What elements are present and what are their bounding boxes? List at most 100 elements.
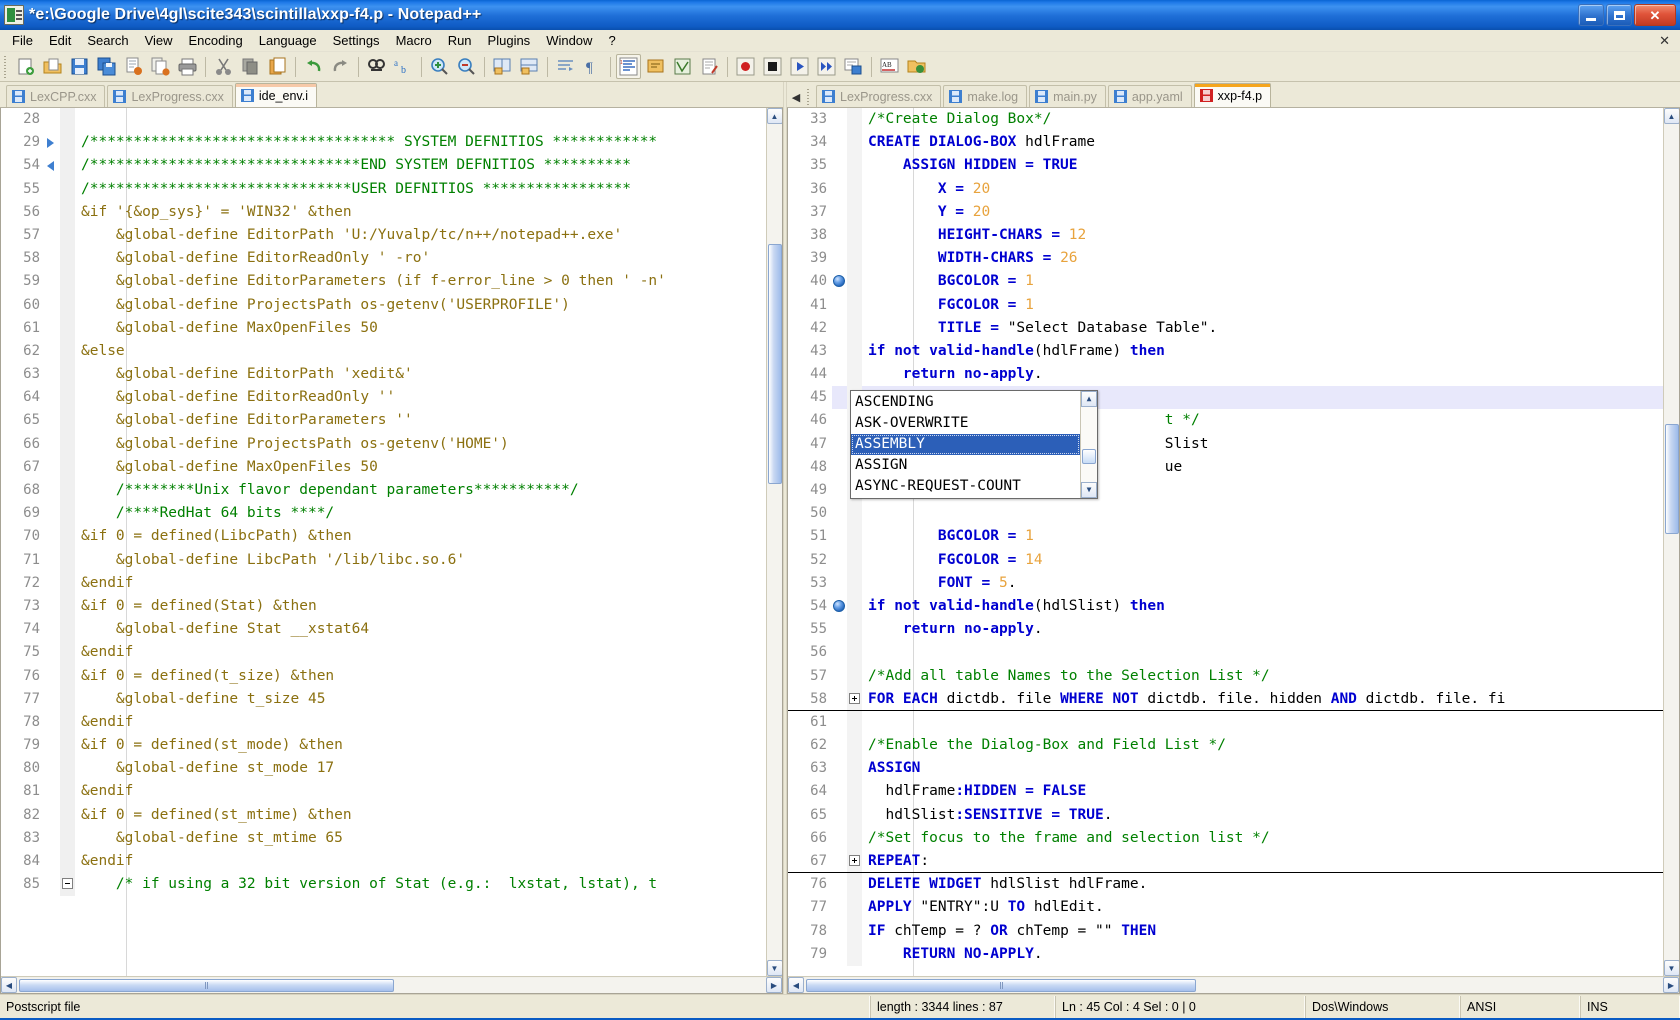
paste-button[interactable] <box>265 54 290 79</box>
code-line[interactable]: 61 <box>788 710 1663 735</box>
line-marker-column[interactable] <box>45 247 60 270</box>
line-marker-column[interactable] <box>832 757 847 780</box>
line-marker-column[interactable] <box>45 108 60 131</box>
fold-margin[interactable] <box>60 455 75 479</box>
user-language-button[interactable] <box>643 54 668 79</box>
code-line[interactable]: 74 &global-define Stat __xstat64 <box>1 618 766 642</box>
code-line[interactable]: 78 IF chTemp = ? OR chTemp = "" THEN <box>788 919 1663 943</box>
fold-margin[interactable] <box>60 409 75 433</box>
fold-margin[interactable] <box>847 131 862 155</box>
code-line[interactable]: 34 CREATE DIALOG-BOX hdlFrame <box>788 131 1663 155</box>
code-line[interactable]: 79 RETURN NO-APPLY. <box>788 942 1663 966</box>
code-line[interactable]: 63 ASSIGN <box>788 757 1663 781</box>
scroll-left-icon[interactable]: ◀ <box>788 977 804 993</box>
word-wrap-button[interactable] <box>553 54 578 79</box>
fold-margin[interactable] <box>60 432 75 456</box>
fold-margin[interactable] <box>847 223 862 248</box>
autocomplete-item[interactable]: ASK-OVERWRITE <box>851 413 1080 434</box>
fold-margin[interactable] <box>60 386 75 410</box>
code-line[interactable]: 84 &endif <box>1 850 766 874</box>
sync-horizontal-button[interactable] <box>517 54 542 79</box>
line-marker-column[interactable] <box>832 409 847 432</box>
line-marker-column[interactable] <box>832 711 847 734</box>
fold-margin[interactable] <box>60 247 75 271</box>
copy-button[interactable] <box>238 54 263 79</box>
fold-margin[interactable] <box>847 525 862 549</box>
code-line[interactable]: 64 &global-define EditorReadOnly '' <box>1 386 766 410</box>
fold-expand-icon[interactable] <box>849 692 860 704</box>
replace-button[interactable]: ab <box>391 54 416 79</box>
line-marker-column[interactable] <box>45 270 60 293</box>
line-marker-column[interactable] <box>45 757 60 780</box>
code-line[interactable]: 68 /********Unix flavor dependant parame… <box>1 479 766 503</box>
code-line[interactable]: 38 HEIGHT-CHARS = 12 <box>788 223 1663 248</box>
fold-margin[interactable] <box>847 154 862 178</box>
line-marker-column[interactable] <box>45 688 60 711</box>
autocomplete-list[interactable]: ASCENDING ASK-OVERWRITE ASSEMBLY ASSIGN ASYN… <box>851 391 1080 498</box>
code-line[interactable]: 75 &endif <box>1 641 766 665</box>
code-line[interactable]: 61 &global-define MaxOpenFiles 50 <box>1 316 766 340</box>
line-marker-column[interactable] <box>45 502 60 525</box>
close-file-button[interactable] <box>121 54 146 79</box>
line-marker-column[interactable] <box>45 734 60 757</box>
zoom-in-button[interactable] <box>427 54 452 79</box>
autocomplete-item[interactable]: ASYNC-REQUEST-COUNT <box>851 476 1080 497</box>
fold-arrow-left-icon[interactable] <box>47 161 54 172</box>
line-marker-column[interactable] <box>832 131 847 154</box>
autocomplete-scroll-track[interactable] <box>1081 407 1097 482</box>
tab-ide-env-i[interactable]: ide_env.i <box>234 83 317 107</box>
tab-lexprogress-cxx[interactable]: LexProgress.cxx <box>107 85 233 107</box>
code-line[interactable]: 69 /****RedHat 64 bits ****/ <box>1 502 766 526</box>
code-line[interactable]: 60 &global-define ProjectsPath os-getenv… <box>1 293 766 317</box>
line-marker-column[interactable] <box>45 641 60 664</box>
fold-margin[interactable] <box>847 502 862 526</box>
play-macro-multiple-button[interactable] <box>814 54 839 79</box>
find-button[interactable] <box>364 54 389 79</box>
line-marker-column[interactable] <box>45 131 60 154</box>
folder-as-workspace-button[interactable] <box>904 54 929 79</box>
sync-vertical-button[interactable] <box>490 54 515 79</box>
play-macro-button[interactable] <box>787 54 812 79</box>
code-line[interactable]: 77 APPLY "ENTRY":U TO hdlEdit. <box>788 896 1663 920</box>
fold-margin[interactable] <box>60 502 75 526</box>
line-marker-column[interactable] <box>832 549 847 572</box>
menu-item-plugins[interactable]: Plugins <box>480 31 539 50</box>
fold-margin[interactable] <box>60 873 75 897</box>
autocomplete-scroll-thumb[interactable] <box>1082 449 1096 464</box>
fold-margin[interactable] <box>60 734 75 758</box>
scroll-left-icon[interactable]: ◀ <box>1 977 17 993</box>
code-line[interactable]: 36 X = 20 <box>788 177 1663 201</box>
fold-margin[interactable] <box>60 108 75 132</box>
line-marker-column[interactable] <box>45 433 60 456</box>
fold-margin[interactable] <box>847 293 862 317</box>
line-marker-column[interactable] <box>45 827 60 850</box>
line-marker-column[interactable] <box>45 618 60 641</box>
record-macro-button[interactable] <box>733 54 758 79</box>
fold-expand-icon[interactable] <box>849 855 860 866</box>
scroll-up-icon[interactable]: ▲ <box>766 108 782 124</box>
right-scroll-track[interactable] <box>1663 124 1679 960</box>
line-marker-column[interactable] <box>45 549 60 572</box>
fold-margin[interactable] <box>847 316 862 340</box>
line-marker-column[interactable] <box>832 502 847 525</box>
line-marker-column[interactable] <box>45 665 60 688</box>
fold-margin[interactable] <box>60 571 75 595</box>
fold-margin[interactable] <box>60 339 75 364</box>
tab-scroll-left-icon[interactable]: ◀ <box>789 87 803 107</box>
fold-margin[interactable] <box>60 757 75 781</box>
fold-margin[interactable] <box>60 479 75 503</box>
left-code-area[interactable]: 28 29 /***********************************… <box>1 108 766 976</box>
code-line[interactable]: 62 &else <box>1 339 766 364</box>
menu-item-window[interactable]: Window <box>538 31 600 50</box>
line-marker-column[interactable] <box>45 850 60 873</box>
redo-button[interactable] <box>328 54 353 79</box>
left-hscroll-thumb[interactable] <box>19 978 394 992</box>
autocomplete-popup[interactable]: ASCENDING ASK-OVERWRITE ASSEMBLY ASSIGN ASYN… <box>850 390 1098 499</box>
line-marker-column[interactable] <box>832 641 847 664</box>
menu-item-search[interactable]: Search <box>79 31 136 50</box>
code-line[interactable]: 58 FOR EACH dictdb. file WHERE NOT dictdb… <box>788 687 1663 711</box>
fold-margin[interactable] <box>847 108 862 132</box>
line-marker-column[interactable] <box>832 154 847 177</box>
line-marker-column[interactable] <box>832 270 847 293</box>
fold-margin[interactable] <box>60 525 75 549</box>
